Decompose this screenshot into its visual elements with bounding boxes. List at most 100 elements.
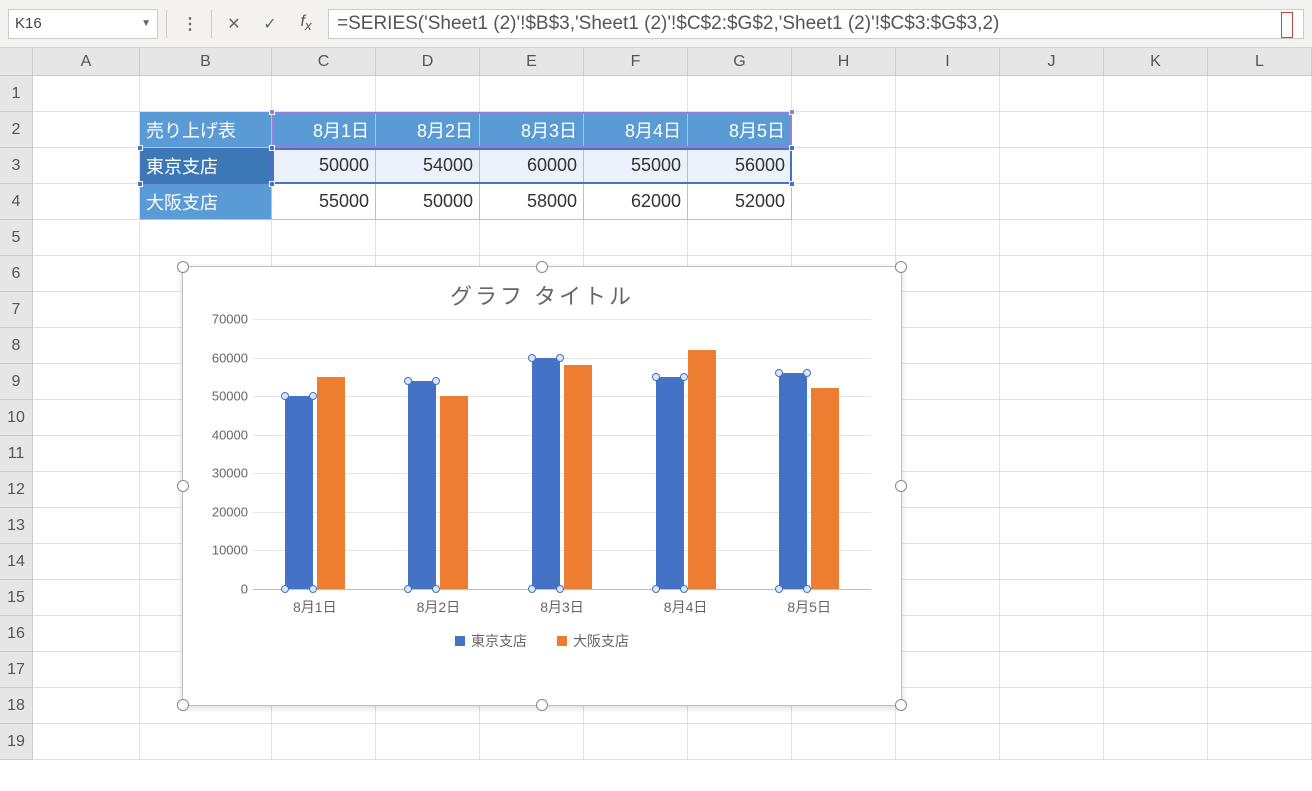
bar-group[interactable] <box>408 381 468 589</box>
cell-C5[interactable] <box>272 220 376 256</box>
cell-L16[interactable] <box>1208 616 1312 652</box>
plot-area[interactable]: 010000200003000040000500006000070000 <box>253 319 871 589</box>
cell-J12[interactable] <box>1000 472 1104 508</box>
cell-J18[interactable] <box>1000 688 1104 724</box>
row-header-11[interactable]: 11 <box>0 436 33 472</box>
cell-C1[interactable] <box>272 76 376 112</box>
row-header-6[interactable]: 6 <box>0 256 33 292</box>
cell-A16[interactable] <box>33 616 140 652</box>
row-header-4[interactable]: 4 <box>0 184 33 220</box>
formula-input[interactable]: =SERIES('Sheet1 (2)'!$B$3,'Sheet1 (2)'!$… <box>328 9 1304 39</box>
cell-H5[interactable] <box>792 220 896 256</box>
cell-J11[interactable] <box>1000 436 1104 472</box>
cell-A15[interactable] <box>33 580 140 616</box>
cell-K15[interactable] <box>1104 580 1208 616</box>
cell-I16[interactable] <box>896 616 1000 652</box>
row-header-14[interactable]: 14 <box>0 544 33 580</box>
cell-C3[interactable]: 50000 <box>272 148 376 184</box>
cell-G5[interactable] <box>688 220 792 256</box>
chart-title[interactable]: グラフ タイトル <box>183 267 901 319</box>
cell-L14[interactable] <box>1208 544 1312 580</box>
cell-I14[interactable] <box>896 544 1000 580</box>
col-header-E[interactable]: E <box>480 48 584 75</box>
cell-K10[interactable] <box>1104 400 1208 436</box>
cell-L19[interactable] <box>1208 724 1312 760</box>
cell-L4[interactable] <box>1208 184 1312 220</box>
bar-大阪支店[interactable] <box>688 350 716 589</box>
cell-L8[interactable] <box>1208 328 1312 364</box>
cell-K16[interactable] <box>1104 616 1208 652</box>
cell-I15[interactable] <box>896 580 1000 616</box>
row-header-9[interactable]: 9 <box>0 364 33 400</box>
cell-K18[interactable] <box>1104 688 1208 724</box>
col-header-H[interactable]: H <box>792 48 896 75</box>
cell-J8[interactable] <box>1000 328 1104 364</box>
cell-L9[interactable] <box>1208 364 1312 400</box>
cell-A8[interactable] <box>33 328 140 364</box>
cell-K17[interactable] <box>1104 652 1208 688</box>
cell-A5[interactable] <box>33 220 140 256</box>
chart-resize-handle[interactable] <box>895 261 907 273</box>
chart-resize-handle[interactable] <box>177 480 189 492</box>
cell-C2[interactable]: 8月1日 <box>272 112 376 148</box>
cell-K6[interactable] <box>1104 256 1208 292</box>
chart-resize-handle[interactable] <box>177 699 189 711</box>
cell-K11[interactable] <box>1104 436 1208 472</box>
col-header-B[interactable]: B <box>140 48 272 75</box>
cell-L13[interactable] <box>1208 508 1312 544</box>
cell-J9[interactable] <box>1000 364 1104 400</box>
cell-A10[interactable] <box>33 400 140 436</box>
col-header-A[interactable]: A <box>33 48 140 75</box>
cell-J14[interactable] <box>1000 544 1104 580</box>
cell-C4[interactable]: 55000 <box>272 184 376 220</box>
chart-legend[interactable]: 東京支店大阪支店 <box>183 617 901 663</box>
row-header-13[interactable]: 13 <box>0 508 33 544</box>
bar-東京支店[interactable] <box>532 358 560 589</box>
cell-A2[interactable] <box>33 112 140 148</box>
row-header-16[interactable]: 16 <box>0 616 33 652</box>
cell-L18[interactable] <box>1208 688 1312 724</box>
cell-J15[interactable] <box>1000 580 1104 616</box>
cell-E5[interactable] <box>480 220 584 256</box>
row-header-12[interactable]: 12 <box>0 472 33 508</box>
cell-I12[interactable] <box>896 472 1000 508</box>
confirm-icon[interactable]: ✓ <box>256 10 284 38</box>
cancel-icon[interactable]: ✕ <box>220 10 248 38</box>
cells-grid[interactable]: 売り上げ表8月1日8月2日8月3日8月4日8月5日東京支店50000540006… <box>33 76 1312 760</box>
cell-I2[interactable] <box>896 112 1000 148</box>
expand-icon[interactable]: ⋮ <box>175 10 203 38</box>
cell-E4[interactable]: 58000 <box>480 184 584 220</box>
cell-A13[interactable] <box>33 508 140 544</box>
cell-J7[interactable] <box>1000 292 1104 328</box>
row-header-2[interactable]: 2 <box>0 112 33 148</box>
chart-resize-handle[interactable] <box>895 699 907 711</box>
cell-G3[interactable]: 56000 <box>688 148 792 184</box>
cell-C19[interactable] <box>272 724 376 760</box>
cell-A3[interactable] <box>33 148 140 184</box>
row-header-1[interactable]: 1 <box>0 76 33 112</box>
cell-A4[interactable] <box>33 184 140 220</box>
col-header-I[interactable]: I <box>896 48 1000 75</box>
chart-resize-handle[interactable] <box>536 699 548 711</box>
cell-K3[interactable] <box>1104 148 1208 184</box>
cell-H1[interactable] <box>792 76 896 112</box>
cell-B2[interactable]: 売り上げ表 <box>140 112 272 148</box>
bar-大阪支店[interactable] <box>564 365 592 589</box>
cell-I4[interactable] <box>896 184 1000 220</box>
cell-A19[interactable] <box>33 724 140 760</box>
fx-icon[interactable]: fx <box>292 10 320 38</box>
cell-I13[interactable] <box>896 508 1000 544</box>
cell-H4[interactable] <box>792 184 896 220</box>
bar-group[interactable] <box>656 350 716 589</box>
selection-handle[interactable] <box>789 181 795 187</box>
cell-A1[interactable] <box>33 76 140 112</box>
col-header-F[interactable]: F <box>584 48 688 75</box>
cell-L6[interactable] <box>1208 256 1312 292</box>
cell-K5[interactable] <box>1104 220 1208 256</box>
cell-E1[interactable] <box>480 76 584 112</box>
bar-東京支店[interactable] <box>285 396 313 589</box>
cell-K7[interactable] <box>1104 292 1208 328</box>
row-header-8[interactable]: 8 <box>0 328 33 364</box>
name-box[interactable]: K16 ▼ <box>8 9 158 39</box>
cell-L15[interactable] <box>1208 580 1312 616</box>
